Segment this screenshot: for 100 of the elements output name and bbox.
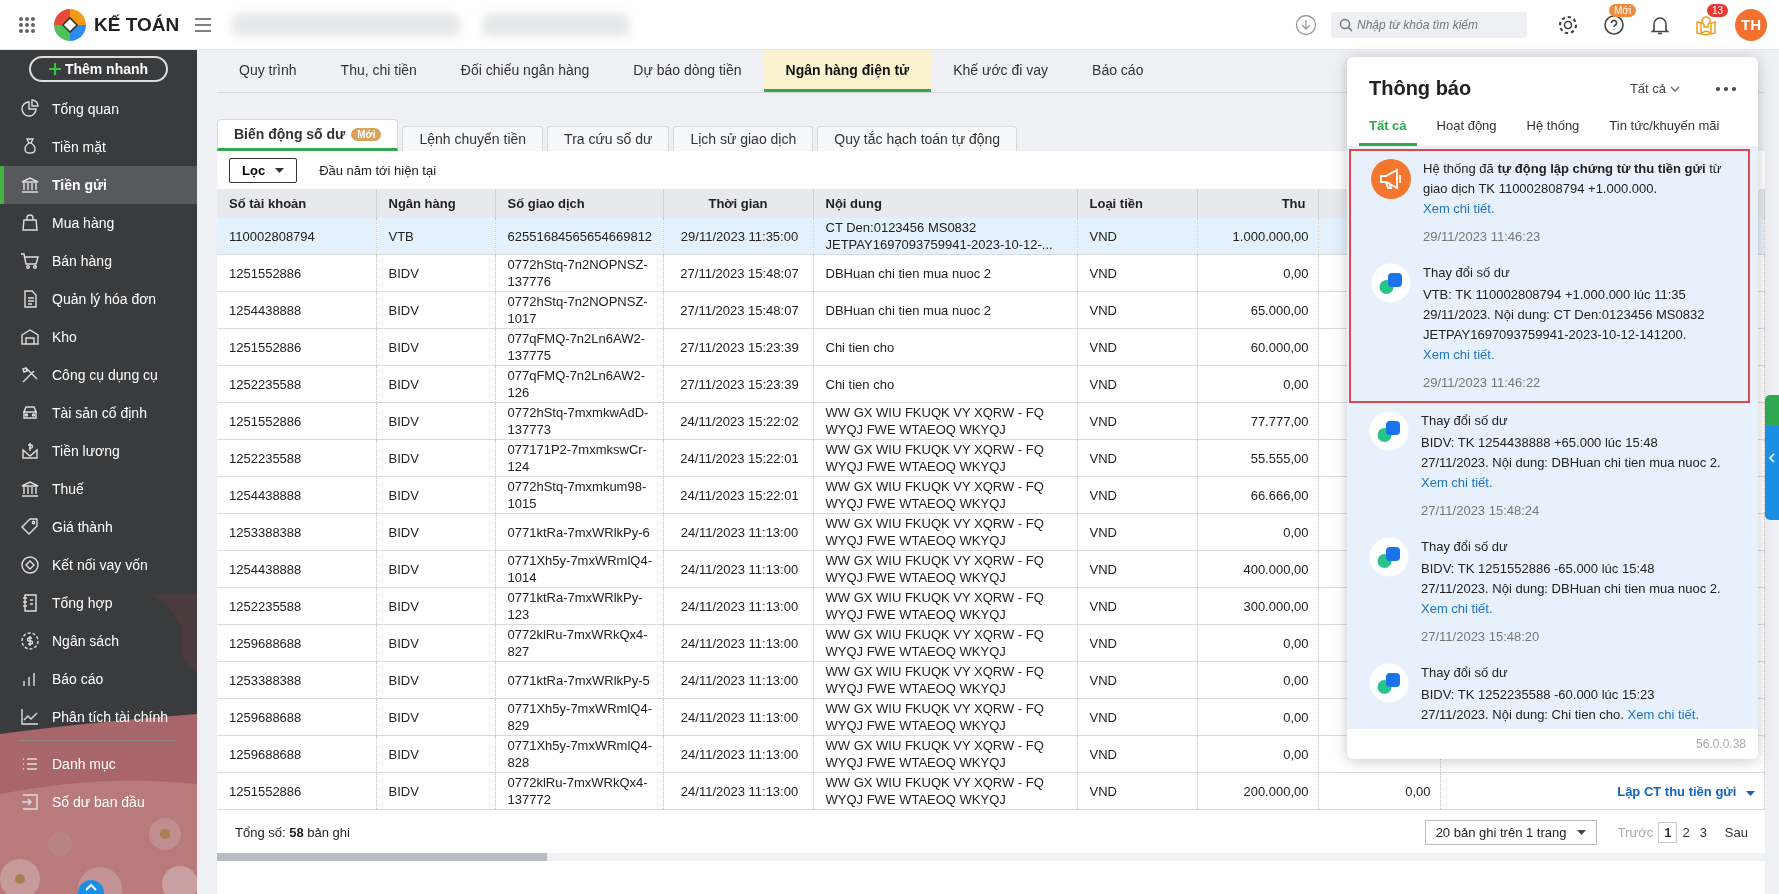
sidebar-item[interactable]: Báo cáo — [0, 660, 197, 698]
table-cell: 24/11/2023 11:13:00 — [663, 698, 813, 736]
table-cell: BIDV — [376, 439, 495, 477]
panel-title: Thông báo — [1369, 77, 1473, 100]
tab[interactable]: Đối chiếu ngân hàng — [438, 50, 612, 92]
column-header: Thu — [1197, 189, 1318, 218]
sidebar-item[interactable]: Tổng hợp — [0, 584, 197, 622]
search-field[interactable]: Nhập từ khóa tìm kiếm — [1331, 11, 1527, 38]
table-cell: VND — [1077, 735, 1197, 773]
line-chart-icon — [20, 707, 40, 727]
table-cell: BIDV — [376, 735, 495, 773]
sidebar-item[interactable]: Quản lý hóa đơn — [0, 280, 197, 318]
details-link[interactable]: Xem chi tiết. — [1421, 475, 1493, 490]
table-cell: VND — [1077, 772, 1197, 810]
table-cell: 0771ktRa-7mxWRlkPy-6 — [495, 513, 663, 551]
details-link[interactable]: Xem chi tiết. — [1423, 347, 1495, 362]
app-name: KẾ TOÁN — [94, 13, 180, 36]
table-cell: 24/11/2023 11:13:00 — [663, 624, 813, 662]
table-cell: 1.000.000,00 — [1197, 218, 1318, 255]
sidebar-item[interactable]: Kết nối vay vốn — [0, 546, 197, 584]
new-badge: Mới — [351, 127, 382, 141]
caret-icon — [1576, 830, 1586, 835]
tab-label: Biến động số dư — [234, 126, 346, 142]
page-button[interactable]: 3 — [1694, 823, 1712, 842]
table-cell: 1254438888 — [217, 476, 376, 514]
sidebar-item[interactable]: Thuế — [0, 470, 197, 508]
lightbulb-icon[interactable] — [1695, 13, 1717, 36]
details-link[interactable]: Xem chi tiết. — [1423, 201, 1495, 216]
tab[interactable]: Lệnh chuyển tiền — [402, 126, 544, 151]
page-button[interactable]: 1 — [1658, 822, 1678, 843]
details-link[interactable]: Xem chi tiết. — [1627, 707, 1699, 722]
page-size-select[interactable]: 20 bản ghi trên 1 trang — [1424, 820, 1597, 845]
table-cell: WW GX WIU FKUQK VY XQRW - FQ WYQJ FWE WTAEOQ WKYQJ — [813, 550, 1077, 588]
menu-icon[interactable] — [195, 17, 212, 32]
table-cell: BIDV — [376, 254, 495, 292]
sidebar-item[interactable]: Tổng quan — [0, 90, 197, 128]
tab[interactable]: Hệ thống — [1516, 108, 1590, 146]
table-cell: 1253388388 — [217, 513, 376, 551]
filter-dropdown[interactable]: Tất cả — [1623, 80, 1686, 97]
tab[interactable]: Tra cứu số dư — [547, 126, 670, 151]
sidebar-item[interactable]: Tiền mặt — [0, 128, 197, 166]
notification-time: 27/11/2023 15:48:20 — [1421, 628, 1541, 646]
table-cell: VND — [1077, 661, 1197, 699]
table-cell: WW GX WIU FKUQK VY XQRW - FQ WYQJ FWE WTAEOQ WKYQJ — [813, 698, 1077, 736]
sidebar-item[interactable]: Kho — [0, 318, 197, 356]
create-voucher-link[interactable]: Lập CT thu tiền gửi — [1440, 772, 1765, 810]
sidebar-item[interactable]: Danh mục — [0, 745, 197, 783]
table-cell: 0772hStq-7mxmkum98-1015 — [495, 476, 663, 514]
megaphone-icon — [1371, 159, 1411, 199]
sidebar-item[interactable]: Ngân sách — [0, 622, 197, 660]
table-cell: Chi tien cho — [813, 365, 1077, 403]
notification-title: Thay đổi số dư — [1423, 264, 1511, 282]
tab[interactable]: Biến động số dư Mới — [217, 119, 399, 151]
tab[interactable]: Dự báo dòng tiền — [611, 50, 764, 92]
tab[interactable]: Ngân hàng điện tử — [763, 50, 932, 92]
next-page-button[interactable]: Sau — [1719, 823, 1753, 842]
table-cell: VND — [1077, 587, 1197, 625]
more-icon[interactable] — [1716, 86, 1736, 91]
period-label: Đầu năm tới hiện tại — [319, 162, 437, 178]
help-icon[interactable] — [1603, 13, 1625, 36]
table-cell: 62551684565654669812 — [495, 218, 663, 255]
table-cell: 0772hStq-7n2NOPNSZ-137776 — [495, 254, 663, 292]
sidebar-item[interactable]: Giá thành — [0, 508, 197, 546]
side-panel-handle[interactable] — [1765, 395, 1779, 520]
sidebar-item[interactable]: Phân tích tài chính — [0, 698, 197, 736]
table-cell: 1259688688 — [217, 735, 376, 773]
sidebar-item[interactable]: Mua hàng — [0, 204, 197, 242]
tab[interactable]: Hoạt động — [1426, 108, 1507, 146]
table-cell: 1254438888 — [217, 550, 376, 588]
tab[interactable]: Thu, chi tiền — [318, 50, 439, 92]
table-cell: 0771Xh5y-7mxWRmlQ4-828 — [495, 735, 663, 773]
tab[interactable]: Lịch sử giao dịch — [673, 126, 814, 151]
details-link[interactable]: Xem chi tiết. — [1421, 601, 1493, 616]
page-button[interactable]: 2 — [1677, 823, 1695, 842]
settings-icon[interactable] — [1557, 13, 1579, 36]
tab[interactable]: Quy trình — [217, 50, 319, 92]
table-cell: 1251552886 — [217, 772, 376, 810]
filter-button[interactable]: Lọc — [229, 157, 298, 183]
table-cell: 77.777,00 — [1197, 402, 1318, 440]
table-cell: 1253388388 — [217, 661, 376, 699]
quick-add-button[interactable]: Thêm nhanh — [28, 56, 169, 82]
tab[interactable]: Quy tắc hạch toán tự động — [817, 126, 1018, 151]
tab[interactable]: Báo cáo — [1070, 50, 1166, 92]
tab[interactable]: Khế ước đi vay — [931, 50, 1071, 92]
new-badge: Mới — [1609, 3, 1637, 17]
dollar-circle-icon — [20, 631, 40, 651]
sidebar-item[interactable]: Tiền gửi — [0, 166, 197, 204]
sidebar-item[interactable]: Công cụ dụng cụ — [0, 356, 197, 394]
tab[interactable]: Tin tức/khuyến mãi — [1599, 108, 1730, 146]
app-grid-icon[interactable] — [18, 15, 36, 34]
table-cell: 0,00 — [1197, 513, 1318, 551]
sidebar-item[interactable]: Tiền lương — [0, 432, 197, 470]
sidebar-item[interactable]: Bán hàng — [0, 242, 197, 280]
table-cell: 0771Xh5y-7mxWRmlQ4-1014 — [495, 550, 663, 588]
horizontal-scrollbar[interactable] — [217, 853, 1765, 861]
table-cell: 0772hStq-7n2NOPNSZ-1017 — [495, 291, 663, 329]
sidebar-item[interactable]: Tài sản cố định — [0, 394, 197, 432]
table-cell: VND — [1077, 624, 1197, 662]
table-cell: 110002808794 — [217, 218, 376, 255]
download-icon[interactable] — [1295, 13, 1317, 36]
